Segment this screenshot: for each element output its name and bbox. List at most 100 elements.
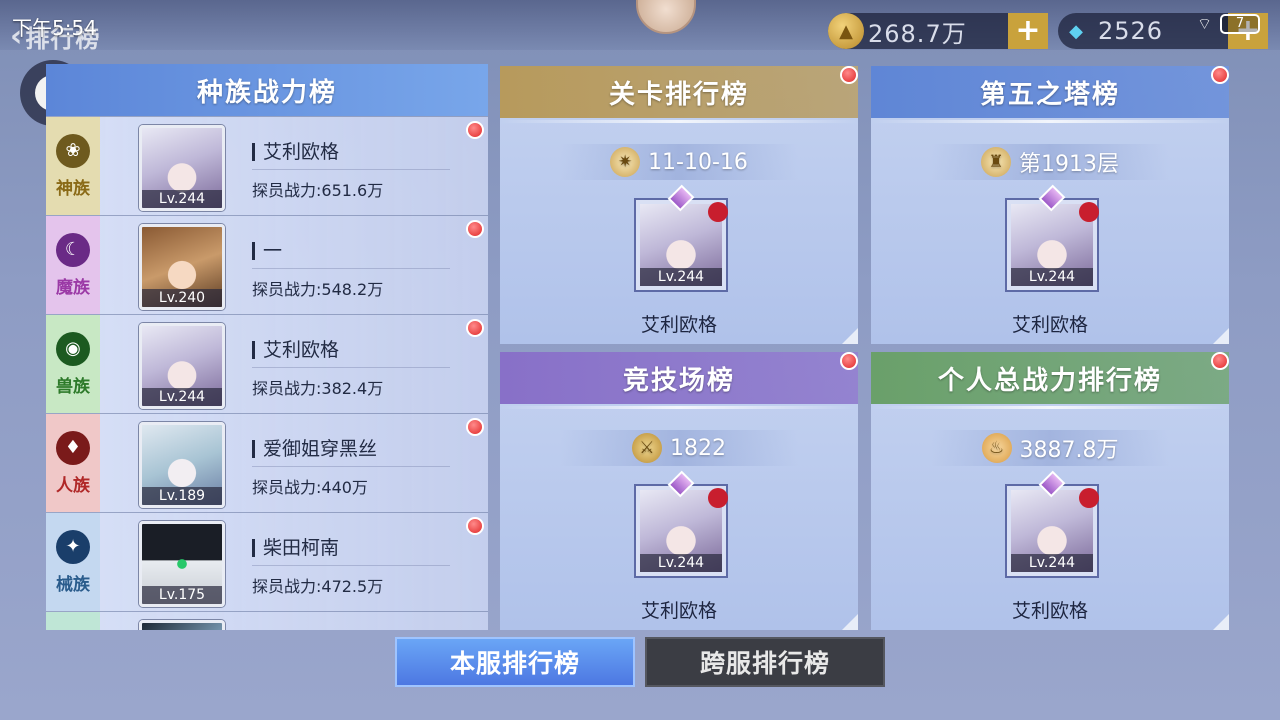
race-tag: ♦ 人族 [46, 414, 100, 512]
battery-icon: 7 [1220, 14, 1260, 34]
race-row[interactable]: ✦ 械族 Lv.175 柴田柯南 探员战力:472.5万 [46, 512, 488, 611]
card-stat: ✷ 11-10-16 [560, 144, 798, 180]
card-stat-value: 3887.8万 [1019, 438, 1119, 463]
status-time: 下午5:54 [12, 16, 97, 40]
gold-currency: ▲ 268.7万 + [828, 13, 1048, 49]
notification-dot [466, 319, 484, 337]
race-tag: ✦ 械族 [46, 513, 100, 611]
star-burst-icon: ✷ [610, 147, 641, 177]
notification-dot [466, 220, 484, 238]
tab-local-server[interactable]: 本服排行榜 [395, 637, 635, 687]
avatar[interactable]: Lv.240 [139, 224, 225, 310]
player-power: 探员战力:548.2万 [252, 280, 384, 299]
card-stat-value: 1822 [670, 435, 726, 461]
race-row[interactable]: ♦ 人族 Lv.189 爱御姐穿黑丝 探员战力:440万 [46, 413, 488, 512]
notification-dot [1211, 352, 1229, 370]
player-name: 艾利欧格 [1011, 314, 1088, 336]
card-title: 竞技场榜 [500, 352, 858, 404]
card-stat: ⚔ 1822 [560, 430, 798, 466]
race-row[interactable]: ◉ 兽族 Lv.244 艾利欧格 探员战力:382.4万 [46, 314, 488, 413]
player-name: 爱御姐穿黑丝 [252, 440, 377, 459]
race-row[interactable]: ☾ 魔族 Lv.240 一 探员战力:548.2万 [46, 215, 488, 314]
race-panel-title: 种族战力榜 [46, 64, 488, 116]
notification-dot [466, 121, 484, 139]
race-row-partial[interactable] [46, 611, 488, 630]
avatar[interactable]: Lv.189 [139, 422, 225, 508]
level-badge: Lv.244 [640, 268, 722, 286]
avatar[interactable]: Lv.244 [628, 470, 734, 580]
ranking-card[interactable]: 竞技场榜 ⚔ 1822 Lv.244 艾利欧格 [500, 352, 858, 630]
notification-dot [1211, 66, 1229, 84]
ranking-card[interactable]: 关卡排行榜 ✷ 11-10-16 Lv.244 艾利欧格 [500, 66, 858, 344]
card-title: 第五之塔榜 [871, 66, 1229, 118]
level-badge: Lv.240 [142, 289, 222, 307]
gold-coin-icon: ▲ [828, 13, 864, 49]
race-tag: ❀ 神族 [46, 117, 100, 215]
avatar[interactable]: Lv.244 [628, 184, 734, 294]
rose-icon [708, 202, 728, 222]
race-name: 魔族 [56, 277, 90, 298]
level-badge: Lv.244 [1011, 554, 1093, 572]
level-badge: Lv.189 [142, 487, 222, 505]
player-name: 一 [252, 242, 282, 261]
race-power-panel: 种族战力榜 ❀ 神族 Lv.244 艾利欧格 探员战力:651.6万 ☾ 魔族 … [46, 64, 488, 630]
player-name: 艾利欧格 [640, 314, 717, 336]
ranking-card[interactable]: 个人总战力排行榜 ♨ 3887.8万 Lv.244 艾利欧格 [871, 352, 1229, 630]
avatar[interactable]: Lv.244 [139, 125, 225, 211]
level-badge: Lv.244 [1011, 268, 1093, 286]
diamond-amount: 2526 [1098, 17, 1164, 45]
add-gold-button[interactable]: + [1008, 13, 1048, 49]
player-name: 艾利欧格 [640, 600, 717, 622]
race-name: 兽族 [56, 376, 90, 397]
level-badge: Lv.244 [142, 190, 222, 208]
card-stat-value: 11-10-16 [648, 149, 748, 175]
mech-icon: ✦ [56, 529, 90, 564]
player-power: 探员战力:382.4万 [252, 379, 384, 398]
tab-cross-server[interactable]: 跨服排行榜 [645, 637, 885, 687]
level-badge: Lv.244 [142, 388, 222, 406]
rose-icon [1079, 488, 1099, 508]
card-stat-value: 第1913层 [1019, 152, 1119, 177]
player-name: 艾利欧格 [1011, 600, 1088, 622]
race-row[interactable]: ❀ 神族 Lv.244 艾利欧格 探员战力:651.6万 [46, 116, 488, 215]
notification-dot [840, 352, 858, 370]
level-badge: Lv.244 [640, 554, 722, 572]
avatar[interactable]: Lv.175 [139, 521, 225, 607]
player-name: 艾利欧格 [252, 341, 339, 360]
player-name: 艾利欧格 [252, 143, 339, 162]
rose-icon [1079, 202, 1099, 222]
wifi-icon: ⌔ [1196, 14, 1212, 33]
demon-icon: ☾ [56, 232, 90, 267]
tower-icon: ♜ [981, 147, 1011, 177]
player-power: 探员战力:651.6万 [252, 181, 384, 200]
avatar[interactable]: Lv.244 [139, 323, 225, 409]
race-name: 人族 [56, 475, 90, 496]
notification-dot [466, 418, 484, 436]
player-power: 探员战力:472.5万 [252, 577, 384, 596]
notification-dot [466, 517, 484, 535]
human-icon: ♦ [56, 430, 90, 465]
ranking-card[interactable]: 第五之塔榜 ♜ 第1913层 Lv.244 艾利欧格 [871, 66, 1229, 344]
player-name: 柴田柯南 [252, 539, 339, 558]
swords-icon: ⚔ [632, 433, 662, 463]
level-badge: Lv.175 [142, 586, 222, 604]
notification-dot [840, 66, 858, 84]
beast-icon: ◉ [56, 331, 90, 366]
lotus-icon: ❀ [56, 133, 90, 168]
card-stat: ♜ 第1913层 [931, 144, 1169, 180]
card-title: 个人总战力排行榜 [871, 352, 1229, 404]
gold-amount: 268.7万 [868, 19, 967, 48]
player-power: 探员战力:440万 [252, 478, 368, 497]
card-stat: ♨ 3887.8万 [931, 430, 1169, 466]
race-tag: ◉ 兽族 [46, 315, 100, 413]
race-name: 械族 [56, 574, 90, 595]
avatar[interactable]: Lv.244 [999, 184, 1105, 294]
card-title: 关卡排行榜 [500, 66, 858, 118]
rose-icon [708, 488, 728, 508]
system-status: ⌔ 7 [1197, 14, 1260, 34]
diamond-icon: ◆ [1069, 20, 1083, 42]
flame-icon: ♨ [981, 433, 1012, 463]
race-tag: ☾ 魔族 [46, 216, 100, 314]
race-name: 神族 [56, 178, 90, 199]
avatar[interactable]: Lv.244 [999, 470, 1105, 580]
